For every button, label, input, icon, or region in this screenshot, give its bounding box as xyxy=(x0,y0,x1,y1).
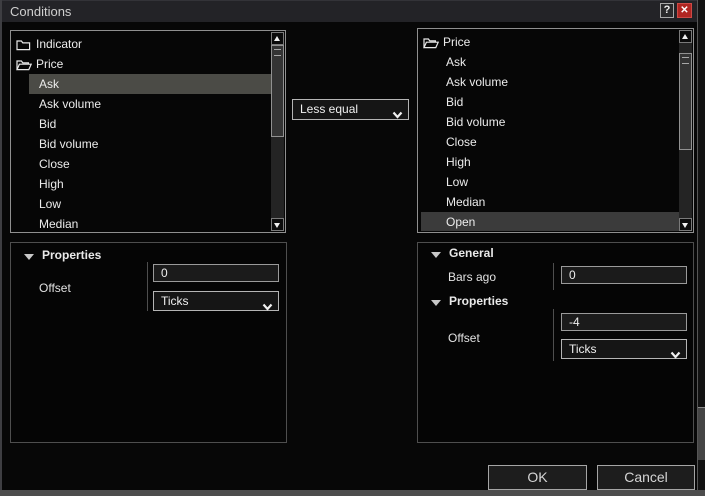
scroll-up-button[interactable] xyxy=(271,32,284,45)
arrow-up-icon xyxy=(682,34,688,39)
list-item-ask[interactable]: Ask xyxy=(12,74,271,94)
conditions-dialog: Conditions ? ✕ Indicator Price Ask Ask volu… xyxy=(0,0,697,490)
arrow-down-icon xyxy=(682,223,688,228)
list-item-median[interactable]: Median xyxy=(12,214,271,231)
list-item-label: Price xyxy=(36,57,64,71)
divider xyxy=(553,309,554,361)
grip-icon xyxy=(274,49,281,56)
list-item-bid[interactable]: Bid xyxy=(419,92,679,112)
left-list-scrollbar[interactable] xyxy=(271,32,284,231)
list-item-high[interactable]: High xyxy=(12,174,271,194)
collapse-triangle-icon[interactable] xyxy=(431,252,441,258)
list-item-ask-volume[interactable]: Ask volume xyxy=(12,94,271,114)
list-item-label: Low xyxy=(446,175,469,189)
cancel-button[interactable]: Cancel xyxy=(597,465,695,490)
scroll-down-button[interactable] xyxy=(271,218,284,231)
help-icon: ? xyxy=(663,4,671,16)
dialog-title: Conditions xyxy=(10,4,72,19)
background-window-bottom-edge xyxy=(0,490,705,496)
list-item-label: Median xyxy=(446,195,486,209)
list-item-label: Open xyxy=(446,215,476,229)
list-item-label: High xyxy=(39,177,64,191)
close-button[interactable]: ✕ xyxy=(677,3,692,18)
dialog-left-edge xyxy=(0,0,2,490)
list-item-label: Indicator xyxy=(36,37,83,51)
list-item-label: High xyxy=(446,155,471,169)
bars-ago-input[interactable] xyxy=(561,266,687,284)
list-item-low[interactable]: Low xyxy=(12,194,271,214)
help-button[interactable]: ? xyxy=(660,3,674,18)
list-item-label: Ask xyxy=(446,55,467,69)
bars-ago-label: Bars ago xyxy=(448,270,497,284)
list-item-label: Price xyxy=(443,35,471,49)
list-item-low[interactable]: Low xyxy=(419,172,679,192)
list-item-close[interactable]: Close xyxy=(419,132,679,152)
collapse-triangle-icon[interactable] xyxy=(431,300,441,306)
list-item-label: Bid xyxy=(446,95,464,109)
offset-unit-dropdown[interactable]: Ticks xyxy=(153,291,279,311)
selection-highlight xyxy=(29,74,271,94)
background-window-scroll-fragment xyxy=(698,407,705,460)
list-item-price[interactable]: Price xyxy=(12,54,271,74)
offset-label: Offset xyxy=(39,281,71,295)
left-operand-rows: Indicator Price Ask Ask volume Bid Bid volume… xyxy=(12,32,271,231)
list-item-bid-volume[interactable]: Bid volume xyxy=(12,134,271,154)
scrollbar-thumb[interactable] xyxy=(271,45,284,137)
right-list-scrollbar[interactable] xyxy=(679,30,692,231)
list-item-label: Close xyxy=(39,157,70,171)
offset-unit-dropdown[interactable]: Ticks xyxy=(561,339,687,359)
list-item-ask-volume[interactable]: Ask volume xyxy=(419,72,679,92)
left-properties-panel: Properties Offset Ticks xyxy=(10,242,287,443)
chevron-down-icon xyxy=(670,346,681,364)
list-item-ask[interactable]: Ask xyxy=(419,52,679,72)
list-item-price[interactable]: Price xyxy=(419,32,679,52)
list-item-high[interactable]: High xyxy=(419,152,679,172)
chevron-down-icon xyxy=(262,298,273,316)
title-bar: Conditions xyxy=(2,1,697,22)
arrow-down-icon xyxy=(274,223,280,228)
ok-button[interactable]: OK xyxy=(488,465,587,490)
chevron-down-icon xyxy=(392,106,403,124)
list-item-label: Bid volume xyxy=(39,137,99,151)
right-operand-rows: Price Ask Ask volume Bid Bid volume Close High… xyxy=(419,30,679,231)
scroll-down-button[interactable] xyxy=(679,218,692,231)
left-operand-list: Indicator Price Ask Ask volume Bid Bid volume… xyxy=(10,30,286,233)
right-operand-list: Price Ask Ask volume Bid Bid volume Close High… xyxy=(417,28,694,233)
divider xyxy=(147,262,148,311)
list-item-label: Bid volume xyxy=(446,115,506,129)
list-item-bid[interactable]: Bid xyxy=(12,114,271,134)
offset-label: Offset xyxy=(448,331,480,345)
list-item-label: Bid xyxy=(39,117,57,131)
operator-value: Less equal xyxy=(300,102,359,116)
close-icon: ✕ xyxy=(680,5,689,16)
list-item-label: Low xyxy=(39,197,62,211)
list-item-median[interactable]: Median xyxy=(419,192,679,212)
collapse-triangle-icon[interactable] xyxy=(24,254,34,260)
list-item-close[interactable]: Close xyxy=(12,154,271,174)
list-item-label: Ask volume xyxy=(446,75,509,89)
operator-dropdown[interactable]: Less equal xyxy=(292,99,409,120)
general-section-header[interactable]: General xyxy=(449,246,494,260)
properties-section-header[interactable]: Properties xyxy=(449,294,508,308)
right-properties-panel: General Bars ago Properties Offset Ticks xyxy=(417,242,694,443)
list-item-label: Close xyxy=(446,135,477,149)
offset-unit-value: Ticks xyxy=(569,342,597,356)
list-item-label: Ask volume xyxy=(39,97,102,111)
divider xyxy=(553,263,554,290)
arrow-up-icon xyxy=(274,36,280,41)
list-item-label: Ask xyxy=(39,77,60,91)
offset-input[interactable] xyxy=(153,264,279,282)
list-item-label: Median xyxy=(39,217,79,231)
grip-icon xyxy=(682,57,689,64)
list-item-bid-volume[interactable]: Bid volume xyxy=(419,112,679,132)
offset-unit-value: Ticks xyxy=(161,294,189,308)
list-item-open[interactable]: Open xyxy=(419,212,679,231)
dialog-top-edge xyxy=(0,0,697,1)
offset-input[interactable] xyxy=(561,313,687,331)
list-item-indicator[interactable]: Indicator xyxy=(12,34,271,54)
scrollbar-thumb[interactable] xyxy=(679,53,692,150)
scroll-up-button[interactable] xyxy=(679,30,692,43)
properties-section-header[interactable]: Properties xyxy=(42,248,101,262)
